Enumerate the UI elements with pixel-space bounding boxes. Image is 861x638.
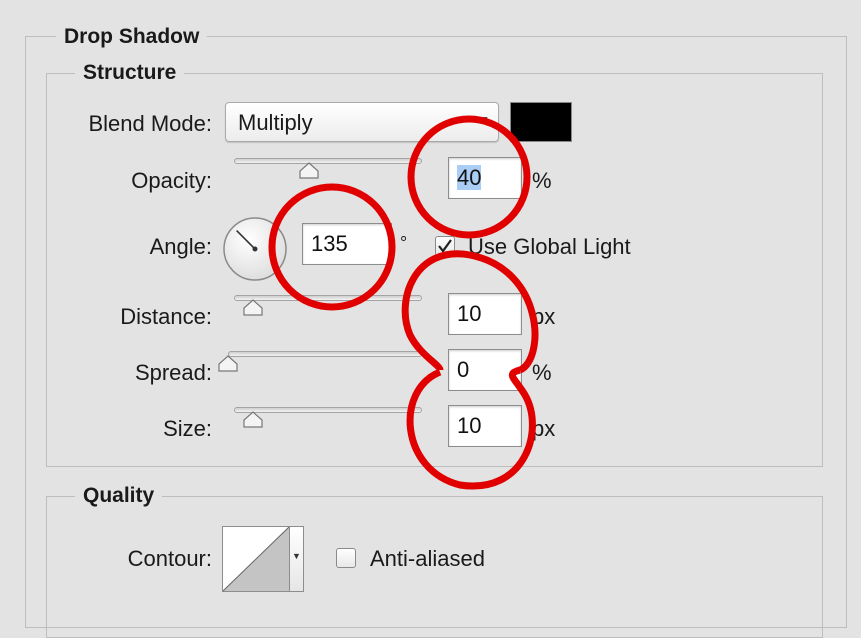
opacity-unit: % [532,168,552,193]
use-global-light-checkbox[interactable] [435,236,455,256]
size-unit: px [532,416,556,441]
size-slider-thumb[interactable] [242,411,264,429]
distance-slider-thumb[interactable] [242,299,264,317]
checkmark-icon [438,239,452,253]
opacity-label: Opacity: [131,168,212,193]
opacity-slider-thumb[interactable] [298,162,320,180]
angle-input[interactable]: 135 [302,223,392,265]
shadow-color-swatch[interactable] [510,102,572,142]
spread-unit: % [532,360,552,385]
contour-dropdown-button[interactable]: ▼ [290,526,304,592]
anti-aliased-checkbox[interactable] [336,548,356,568]
size-input[interactable]: 10 [448,405,522,447]
opacity-input[interactable]: 40 [448,157,522,199]
spread-input[interactable]: 0 [448,349,522,391]
structure-title: Structure [75,60,185,86]
use-global-light-label[interactable]: Use Global Light [468,234,631,260]
angle-value: 135 [311,231,348,256]
spread-slider-track[interactable] [228,351,422,357]
spread-slider-thumb[interactable] [217,355,239,373]
size-value: 10 [457,413,482,438]
contour-label: Contour: [127,546,212,571]
spread-label: Spread: [134,360,212,385]
distance-label: Distance: [120,304,212,329]
angle-label: Angle: [149,234,212,259]
chevron-down-icon: ▼ [292,551,301,561]
chevron-down-icon: ▼ [478,113,490,127]
drop-shadow-title: Drop Shadow [56,24,208,50]
quality-title: Quality [75,483,163,509]
size-label: Size: [163,416,212,441]
opacity-value: 40 [457,165,482,190]
blend-mode-value: Multiply [238,110,313,135]
spread-value: 0 [457,357,470,382]
contour-curve-icon [222,526,290,592]
anti-aliased-label[interactable]: Anti-aliased [370,546,485,572]
distance-unit: px [532,304,556,329]
contour-preview[interactable] [222,526,290,592]
distance-value: 10 [457,301,482,326]
angle-dial-icon[interactable] [222,216,288,282]
blend-mode-select[interactable]: Multiply ▼ [225,102,499,142]
blend-mode-label: Blend Mode: [88,111,212,136]
distance-input[interactable]: 10 [448,293,522,335]
opacity-slider-track[interactable] [234,158,422,164]
angle-unit: ° [400,233,408,253]
